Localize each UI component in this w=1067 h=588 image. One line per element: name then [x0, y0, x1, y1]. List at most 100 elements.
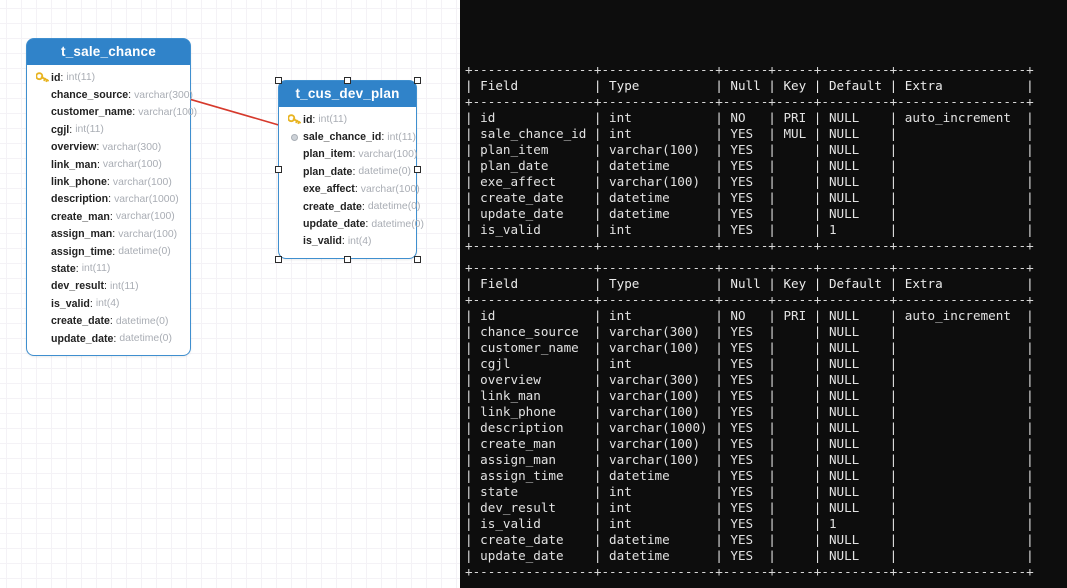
- field-separator: :: [104, 280, 107, 293]
- entity-field-row[interactable]: sale_chance_id: int(11): [279, 128, 416, 145]
- entity-field-row[interactable]: description: varchar(1000): [27, 191, 190, 208]
- field-type: varchar(100): [102, 159, 162, 171]
- field-type: datetime(0): [367, 201, 421, 213]
- foreign-key-icon: [287, 130, 301, 144]
- field-type: datetime(0): [371, 218, 424, 230]
- entity-t-cus-dev-plan[interactable]: t_cus_dev_plan id: int(11) sale_chance_id:…: [278, 80, 424, 260]
- field-name: link_phone: [51, 176, 107, 189]
- field-indent-spacer: [35, 88, 49, 102]
- field-separator: :: [108, 193, 112, 206]
- field-name: plan_item: [303, 148, 353, 161]
- field-name: description: [51, 193, 109, 206]
- field-type: datetime(0): [358, 166, 411, 178]
- field-name: update_date: [303, 218, 366, 231]
- entity-field-row[interactable]: cgjl: int(11): [27, 121, 190, 138]
- handle-top-center[interactable]: [344, 76, 351, 84]
- table-row: | customer_name | varchar(100) | YES | |…: [465, 340, 1034, 355]
- table-header-separator: +----------------+---------------+------…: [465, 292, 1034, 307]
- field-separator: :: [69, 123, 73, 136]
- entity-field-row[interactable]: is_valid: int(4): [279, 233, 416, 250]
- handle-middle-right[interactable]: [413, 166, 421, 173]
- field-type: int(11): [81, 263, 111, 275]
- table-row: | id | int | NO | PRI | NULL | auto_incr…: [465, 308, 1034, 323]
- table-border-bottom: +----------------+---------------+------…: [465, 238, 1034, 253]
- table-header-row: | Field | Type | Null | Key | Default | …: [465, 78, 1034, 93]
- handle-bottom-left[interactable]: [274, 255, 282, 263]
- field-separator: :: [109, 210, 113, 223]
- handle-top-right[interactable]: [413, 76, 421, 84]
- entity-t-sale-chance[interactable]: t_sale_chance id: int(11) chance_source: va…: [26, 38, 197, 357]
- field-name: assign_time: [51, 245, 113, 258]
- table-border-top: +----------------+---------------+------…: [465, 62, 1034, 77]
- table-row: | link_man | varchar(100) | YES | | NULL…: [465, 388, 1034, 403]
- table-border-top: +----------------+---------------+------…: [465, 260, 1034, 275]
- handle-bottom-center[interactable]: [344, 255, 351, 263]
- field-separator: :: [89, 297, 93, 310]
- field-indent-spacer: [35, 245, 49, 259]
- field-type: datetime(0): [119, 333, 172, 345]
- field-type: datetime(0): [115, 315, 169, 327]
- table-row: | plan_item | varchar(100) | YES | | NUL…: [465, 142, 1034, 157]
- table-row: | assign_man | varchar(100) | YES | | NU…: [465, 452, 1034, 467]
- field-separator: :: [109, 315, 113, 328]
- entity-field-row[interactable]: is_valid: int(4): [27, 295, 190, 312]
- entity-title[interactable]: t_cus_dev_plan: [279, 81, 416, 107]
- field-type: varchar(100): [115, 211, 175, 223]
- entity-field-row[interactable]: create_date: datetime(0): [27, 312, 190, 329]
- table-row: | plan_date | datetime | YES | | NULL | …: [465, 158, 1034, 173]
- entity-field-row[interactable]: update_date: datetime(0): [27, 330, 190, 347]
- table-row: | assign_time | datetime | YES | | NULL …: [465, 468, 1034, 483]
- field-separator: :: [113, 332, 117, 345]
- handle-middle-left[interactable]: [274, 166, 282, 173]
- table-row: | update_date | datetime | YES | | NULL …: [465, 548, 1034, 563]
- field-indent-spacer: [287, 182, 301, 196]
- table-row: | create_date | datetime | YES | | NULL …: [465, 532, 1034, 547]
- field-indent-spacer: [287, 217, 301, 231]
- field-separator: :: [354, 183, 358, 196]
- field-separator: :: [361, 200, 365, 213]
- entity-field-row[interactable]: id: int(11): [27, 69, 190, 86]
- entity-field-row[interactable]: customer_name: varchar(100): [27, 104, 197, 121]
- field-type: varchar(100): [138, 106, 198, 118]
- entity-title[interactable]: t_sale_chance: [27, 39, 190, 65]
- table-row: | create_date | datetime | YES | | NULL …: [465, 190, 1034, 205]
- field-type: int(11): [387, 131, 416, 143]
- entity-field-row[interactable]: update_date: datetime(0): [279, 215, 424, 232]
- entity-field-list: id: int(11) sale_chance_id: int(11) plan_ite…: [279, 107, 424, 258]
- field-indent-spacer: [35, 123, 49, 137]
- entity-field-row[interactable]: dev_result: int(11): [27, 278, 190, 295]
- entity-field-row[interactable]: link_phone: varchar(100): [27, 173, 190, 190]
- field-indent-spacer: [35, 105, 49, 119]
- table-row: | overview | varchar(300) | YES | | NULL…: [465, 372, 1034, 387]
- field-indent-spacer: [287, 234, 301, 248]
- field-name: is_valid: [303, 235, 342, 248]
- er-diagram-canvas[interactable]: t_sale_chance id: int(11) chance_source: va…: [0, 0, 460, 588]
- field-separator: :: [128, 89, 132, 102]
- entity-field-row[interactable]: exe_affect: varchar(100): [279, 181, 420, 198]
- field-indent-spacer: [35, 332, 49, 346]
- field-name: link_man: [51, 158, 97, 171]
- entity-field-row[interactable]: create_date: datetime(0): [279, 198, 420, 215]
- field-name: exe_affect: [303, 183, 355, 196]
- foreign-key-dot: [290, 133, 298, 141]
- mysql-console-panel[interactable]: +----------------+---------------+------…: [460, 0, 1067, 588]
- entity-field-row[interactable]: assign_man: varchar(100): [27, 226, 190, 243]
- handle-top-left[interactable]: [274, 76, 282, 84]
- entity-field-row[interactable]: chance_source: varchar(300): [27, 86, 193, 103]
- entity-field-row[interactable]: state: int(11): [27, 260, 190, 277]
- table-row: | link_phone | varchar(100) | YES | | NU…: [465, 404, 1034, 419]
- entity-field-row[interactable]: link_man: varchar(100): [27, 156, 190, 173]
- handle-bottom-right[interactable]: [413, 255, 421, 263]
- entity-field-row[interactable]: id: int(11): [279, 111, 416, 128]
- entity-field-row[interactable]: overview: varchar(300): [27, 139, 190, 156]
- field-type: varchar(100): [360, 183, 420, 195]
- entity-field-row[interactable]: plan_item: varchar(100): [279, 146, 417, 163]
- entity-field-row[interactable]: create_man: varchar(100): [27, 208, 190, 225]
- field-separator: :: [352, 165, 356, 178]
- field-indent-spacer: [35, 192, 49, 206]
- table-row: | dev_result | int | YES | | NULL | |: [465, 500, 1034, 515]
- entity-field-row[interactable]: assign_time: datetime(0): [27, 243, 190, 260]
- table-header-separator: +----------------+---------------+------…: [465, 94, 1034, 109]
- entity-field-row[interactable]: plan_date: datetime(0): [279, 163, 416, 180]
- field-indent-spacer: [287, 165, 301, 179]
